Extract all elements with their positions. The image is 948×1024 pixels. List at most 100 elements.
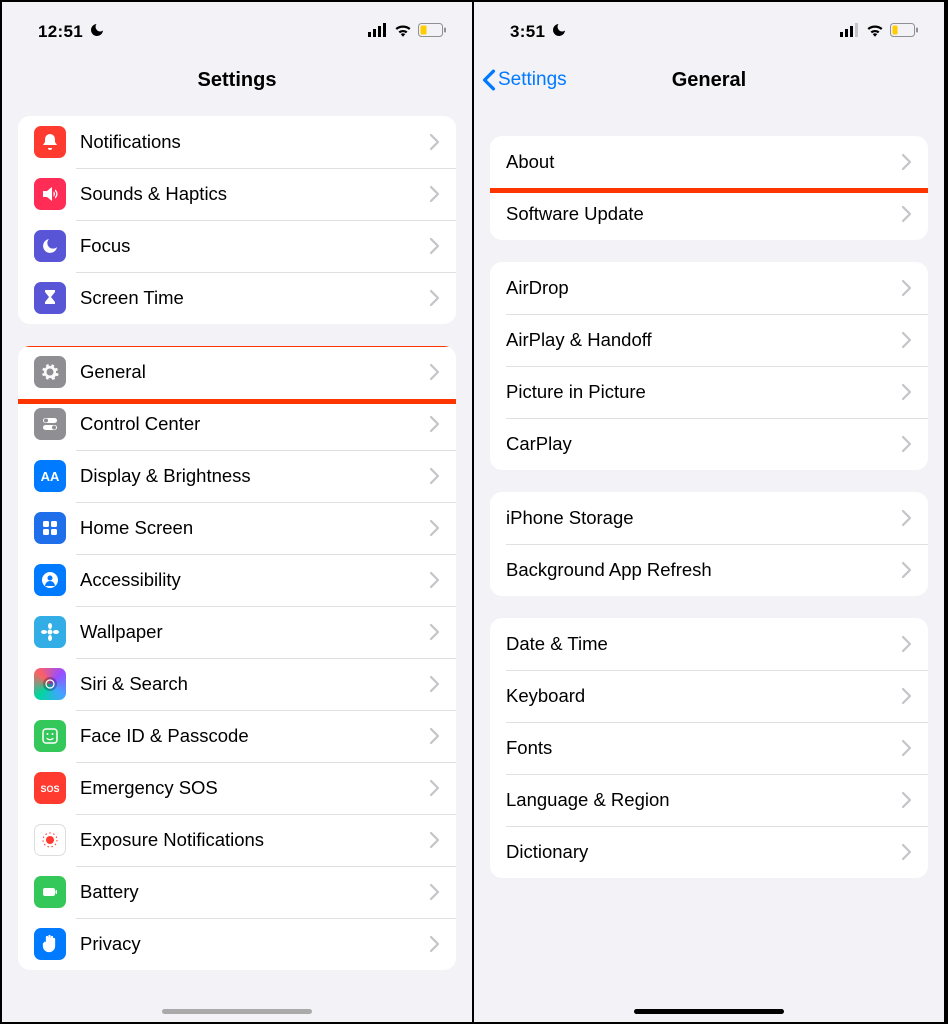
row-about[interactable]: About xyxy=(490,136,928,188)
chevron-right-icon xyxy=(428,415,440,433)
bell-icon xyxy=(34,126,66,158)
general-screen: 3:51 Settings General About Software Upda… xyxy=(474,2,946,1022)
row-exposure-notifications[interactable]: Exposure Notifications xyxy=(18,814,456,866)
row-software-update[interactable]: Software Update xyxy=(490,188,928,240)
row-carplay[interactable]: CarPlay xyxy=(490,418,928,470)
page-title: General xyxy=(672,69,746,92)
general-section: Date & Time Keyboard Fonts Language & Regio… xyxy=(490,618,928,878)
row-face-id-passcode[interactable]: Face ID & Passcode xyxy=(18,710,456,762)
speaker-icon xyxy=(34,178,66,210)
row-home-screen[interactable]: Home Screen xyxy=(18,502,456,554)
back-label: Settings xyxy=(498,69,567,91)
row-label: Display & Brightness xyxy=(80,465,428,487)
row-siri-search[interactable]: Siri & Search xyxy=(18,658,456,710)
row-focus[interactable]: Focus xyxy=(18,220,456,272)
row-label: Background App Refresh xyxy=(506,559,900,581)
hand-icon xyxy=(34,928,66,960)
general-section: iPhone Storage Background App Refresh xyxy=(490,492,928,596)
chevron-right-icon xyxy=(428,571,440,589)
row-general[interactable]: General xyxy=(18,346,456,398)
row-label: Exposure Notifications xyxy=(80,829,428,851)
row-label: Dictionary xyxy=(506,841,900,863)
row-battery[interactable]: Battery xyxy=(18,866,456,918)
row-label: Software Update xyxy=(506,203,900,225)
moon-icon xyxy=(34,230,66,262)
row-date-time[interactable]: Date & Time xyxy=(490,618,928,670)
row-label: Keyboard xyxy=(506,685,900,707)
row-label: Accessibility xyxy=(80,569,428,591)
status-right xyxy=(368,23,446,42)
flower-icon xyxy=(34,616,66,648)
wifi-icon xyxy=(866,23,884,42)
row-label: Battery xyxy=(80,881,428,903)
cellular-icon xyxy=(368,23,388,42)
status-left: 12:51 xyxy=(38,22,105,43)
row-emergency-sos[interactable]: Emergency SOS xyxy=(18,762,456,814)
person-icon xyxy=(34,564,66,596)
hourglass-icon xyxy=(34,282,66,314)
gear-icon xyxy=(34,356,66,388)
row-label: Privacy xyxy=(80,933,428,955)
row-control-center[interactable]: Control Center xyxy=(18,398,456,450)
back-button[interactable]: Settings xyxy=(482,69,567,91)
battery-icon xyxy=(34,876,66,908)
nav-header: Settings xyxy=(2,54,472,106)
chevron-right-icon xyxy=(428,675,440,693)
row-airdrop[interactable]: AirDrop xyxy=(490,262,928,314)
chevron-right-icon xyxy=(900,635,912,653)
general-section: AirDrop AirPlay & HandoffPicture in Pictu… xyxy=(490,262,928,470)
chevron-right-icon xyxy=(900,843,912,861)
dnd-moon-icon xyxy=(89,22,105,43)
row-label: Fonts xyxy=(506,737,900,759)
battery-icon xyxy=(418,23,446,42)
chevron-right-icon xyxy=(428,289,440,307)
chevron-left-icon xyxy=(482,69,496,91)
chevron-right-icon xyxy=(428,519,440,537)
row-accessibility[interactable]: Accessibility xyxy=(18,554,456,606)
row-iphone-storage[interactable]: iPhone Storage xyxy=(490,492,928,544)
row-wallpaper[interactable]: Wallpaper xyxy=(18,606,456,658)
settings-section: GeneralControl Center Display & Brightnes… xyxy=(18,346,456,970)
chevron-right-icon xyxy=(428,883,440,901)
row-fonts[interactable]: Fonts xyxy=(490,722,928,774)
row-display-brightness[interactable]: Display & Brightness xyxy=(18,450,456,502)
row-label: CarPlay xyxy=(506,433,900,455)
exposure-icon xyxy=(34,824,66,856)
chevron-right-icon xyxy=(428,467,440,485)
status-time: 12:51 xyxy=(38,22,83,42)
row-picture-in-picture[interactable]: Picture in Picture xyxy=(490,366,928,418)
chevron-right-icon xyxy=(900,205,912,223)
row-sounds-haptics[interactable]: Sounds & Haptics xyxy=(18,168,456,220)
row-label: Siri & Search xyxy=(80,673,428,695)
face-icon xyxy=(34,720,66,752)
siri-icon xyxy=(34,668,66,700)
row-keyboard[interactable]: Keyboard xyxy=(490,670,928,722)
chevron-right-icon xyxy=(900,383,912,401)
chevron-right-icon xyxy=(900,739,912,757)
general-section: About Software Update xyxy=(490,136,928,240)
row-dictionary[interactable]: Dictionary xyxy=(490,826,928,878)
row-label: AirDrop xyxy=(506,277,900,299)
row-privacy[interactable]: Privacy xyxy=(18,918,456,970)
settings-section: Notifications Sounds & HapticsFocus Screen… xyxy=(18,116,456,324)
home-indicator[interactable] xyxy=(634,1009,784,1014)
sos-icon xyxy=(34,772,66,804)
row-label: Screen Time xyxy=(80,287,428,309)
status-left: 3:51 xyxy=(510,22,567,43)
row-label: Emergency SOS xyxy=(80,777,428,799)
wifi-icon xyxy=(394,23,412,42)
row-notifications[interactable]: Notifications xyxy=(18,116,456,168)
status-bar: 3:51 xyxy=(474,2,944,54)
home-indicator[interactable] xyxy=(162,1009,312,1014)
row-airplay-handoff[interactable]: AirPlay & Handoff xyxy=(490,314,928,366)
chevron-right-icon xyxy=(900,435,912,453)
row-label: Notifications xyxy=(80,131,428,153)
cellular-icon xyxy=(840,23,860,42)
row-background-app-refresh[interactable]: Background App Refresh xyxy=(490,544,928,596)
row-language-region[interactable]: Language & Region xyxy=(490,774,928,826)
status-time: 3:51 xyxy=(510,22,545,42)
chevron-right-icon xyxy=(428,779,440,797)
battery-icon xyxy=(890,23,918,42)
row-screen-time[interactable]: Screen Time xyxy=(18,272,456,324)
status-bar: 12:51 xyxy=(2,2,472,54)
